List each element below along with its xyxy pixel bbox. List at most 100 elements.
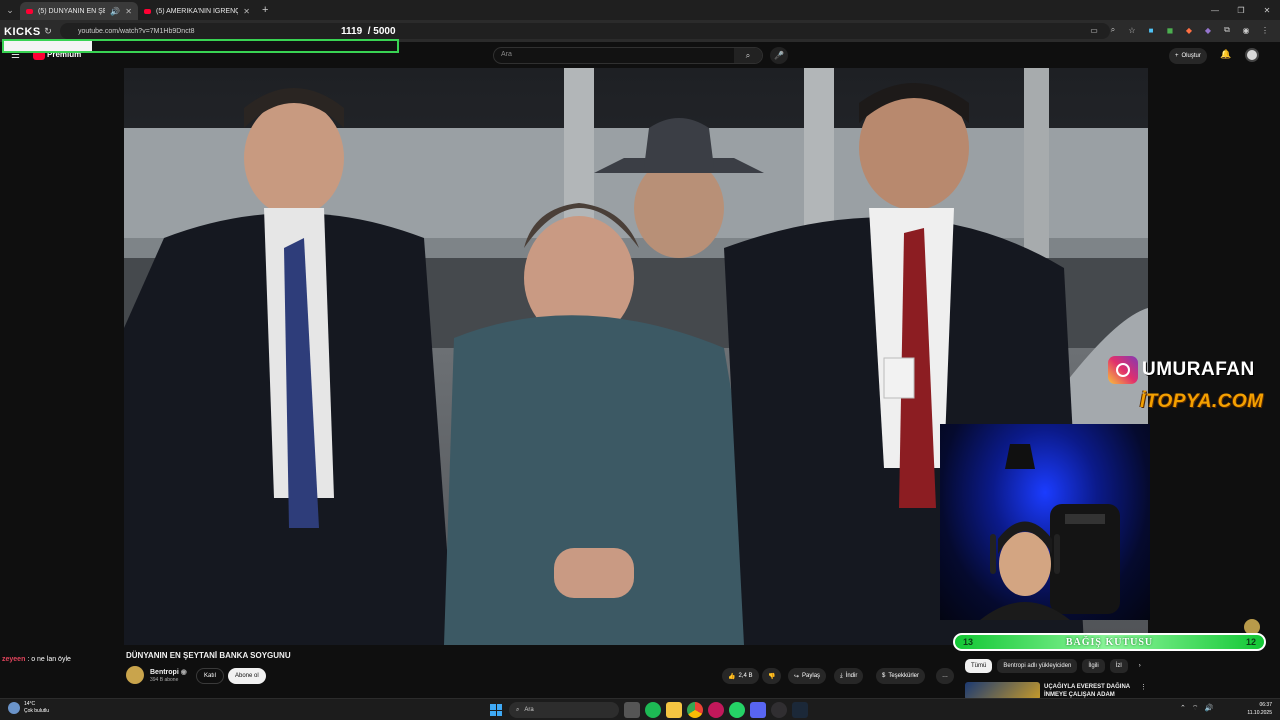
whatsapp-icon[interactable]	[729, 702, 745, 718]
tray-chevron-icon[interactable]: ⌃	[1180, 704, 1186, 713]
chip-related[interactable]: İlgili	[1082, 659, 1105, 673]
chrome-icon[interactable]	[687, 702, 703, 718]
donation-right-number: 12	[1245, 637, 1256, 647]
app-icon[interactable]	[708, 702, 724, 718]
window-controls: — ❐ ✕	[1202, 0, 1280, 20]
instagram-handle: UMURAFAN	[1142, 359, 1255, 380]
download-label: İndir	[845, 673, 858, 679]
tab-active[interactable]: (5) DÜNYANIN EN ŞEYTANİ 🔊 ✕	[20, 2, 138, 20]
video-title: DÜNYANIN EN ŞEYTANİ BANKA SOYGUNU	[126, 651, 291, 660]
create-button[interactable]: + Oluştur	[1169, 48, 1207, 64]
spotify-icon[interactable]	[645, 702, 661, 718]
extension-icon[interactable]: ◼	[1165, 24, 1175, 36]
thanks-label: Teşekkürler	[888, 673, 920, 679]
kicks-count: 1119 / 5000	[341, 26, 396, 37]
like-button[interactable]: 👍 2,4 B	[722, 668, 759, 684]
thanks-icon: $	[882, 673, 886, 679]
kicks-current: 1119	[341, 26, 363, 37]
close-window-icon[interactable]: ✕	[1254, 0, 1280, 20]
search-input[interactable]: Ara	[501, 51, 512, 58]
webcam-overlay	[940, 424, 1150, 620]
kicks-progress-fill	[4, 41, 92, 51]
join-button[interactable]: Katıl	[196, 668, 225, 684]
obs-icon[interactable]	[771, 702, 787, 718]
notifications-bell-icon[interactable]: 🔔	[1220, 49, 1231, 60]
taskbar-apps	[624, 702, 808, 718]
thanks-button[interactable]: $ Teşekkürler	[876, 668, 926, 684]
browser-menu-icon[interactable]: ⋮	[1260, 24, 1270, 36]
network-icon[interactable]: ⌔	[1192, 704, 1199, 713]
thumbs-down-icon: 👎	[768, 673, 776, 680]
taskbar-clock[interactable]: 06:37 11.10.2025	[1240, 701, 1272, 717]
microphone-icon[interactable]: 🎤	[770, 47, 788, 64]
extensions-puzzle-icon[interactable]: ⧉	[1222, 24, 1232, 36]
file-explorer-icon[interactable]	[666, 702, 682, 718]
bookmark-star-icon[interactable]: ☆	[1127, 24, 1137, 36]
tab-close-icon[interactable]: ✕	[243, 7, 250, 16]
tab-search-menu-icon[interactable]: ⌄	[0, 0, 20, 20]
volume-icon[interactable]: 🔊	[1204, 704, 1213, 713]
extension-icon[interactable]: ■	[1146, 24, 1156, 36]
search-icon[interactable]: ⌕	[734, 48, 762, 63]
speaker-icon[interactable]: 🔊	[110, 7, 120, 16]
chip-watched[interactable]: İzl	[1109, 659, 1128, 673]
thumbs-up-icon: 👍	[728, 673, 736, 680]
chevron-right-icon[interactable]: ›	[1133, 659, 1147, 673]
share-icon: ↪	[794, 673, 800, 680]
tab-title: (5) AMERİKA'NIN İĞRENÇ S*K	[156, 7, 239, 15]
minimize-icon[interactable]: —	[1202, 0, 1228, 20]
channel-name[interactable]: Bentropi ◉	[150, 668, 187, 676]
tab-close-icon[interactable]: ✕	[125, 7, 132, 16]
weather-text: 14°C Çok bulutlu	[24, 701, 50, 714]
steam-icon[interactable]	[792, 702, 808, 718]
plus-icon: +	[1175, 53, 1179, 59]
share-button[interactable]: ↪ Paylaş	[788, 668, 827, 684]
subscribe-button[interactable]: Abone ol	[228, 668, 266, 684]
windows-start-icon[interactable]	[490, 704, 502, 716]
taskbar-search[interactable]: ⌕ Ara	[509, 702, 619, 718]
search-box[interactable]: Ara ⌕	[493, 47, 763, 64]
cast-icon[interactable]: ▭	[1089, 24, 1099, 36]
channel-avatar[interactable]	[126, 666, 144, 684]
like-count: 2,4 B	[738, 673, 753, 679]
chat-text: : o ne lan öyle	[27, 656, 71, 663]
browser-tab-strip: ⌄ (5) DÜNYANIN EN ŞEYTANİ 🔊 ✕ (5) AMERİK…	[0, 0, 1280, 20]
reload-icon[interactable]: ↻	[40, 26, 56, 37]
discord-icon[interactable]	[750, 702, 766, 718]
dislike-button[interactable]: 👎	[762, 668, 782, 684]
extension-icon[interactable]: ◆	[1203, 24, 1213, 36]
create-label: Oluştur	[1181, 53, 1201, 59]
search-icon: ⌕	[516, 706, 520, 713]
channel-subscribers: 394 B abone	[150, 677, 179, 683]
youtube-favicon-icon	[26, 8, 33, 14]
donation-box: 13 BAĞIŞ KUTUSU 12	[953, 633, 1266, 651]
instagram-icon	[1108, 356, 1138, 384]
weather-widget[interactable]: 14°C Çok bulutlu	[8, 701, 49, 715]
recommendation-more-icon[interactable]: ⋮	[1140, 683, 1147, 691]
webcam-image	[980, 444, 1120, 620]
new-tab-button[interactable]: +	[256, 4, 274, 16]
zoom-icon[interactable]: ⌕	[1108, 24, 1118, 36]
chat-username: zeyeen	[2, 656, 26, 663]
more-actions-button[interactable]: …	[936, 668, 954, 684]
sponsor-logo: İTOPYA.COM	[1140, 391, 1264, 412]
more-icon: …	[942, 673, 948, 679]
taskbar-search-placeholder: Ara	[524, 707, 534, 713]
task-view-icon[interactable]	[624, 702, 640, 718]
recommendation-title[interactable]: UÇAĞIYLA EVEREST DAĞINA İNMEYE ÇALIŞAN A…	[1044, 683, 1139, 699]
omnibox[interactable]: youtube.com/watch?v=7M1Hb9Dnct8	[60, 23, 1110, 39]
weather-icon	[8, 702, 20, 714]
address-url[interactable]: youtube.com/watch?v=7M1Hb9Dnct8	[78, 28, 195, 35]
extension-icons: ▭ ⌕ ☆ ■ ◼ ◆ ◆ ⧉ ◉ ⋮	[1089, 24, 1270, 36]
tab-inactive[interactable]: (5) AMERİKA'NIN İĞRENÇ S*K ✕	[138, 2, 256, 20]
profile-icon[interactable]: ◉	[1241, 24, 1251, 36]
account-avatar[interactable]	[1245, 48, 1259, 62]
chip-all[interactable]: Tümü	[965, 659, 993, 673]
extension-icon[interactable]: ◆	[1184, 24, 1194, 36]
chip-uploader[interactable]: Bentropi adlı yükleyiciden	[997, 659, 1078, 673]
download-button[interactable]: ⤓ İndir	[834, 668, 864, 684]
kicks-total: / 5000	[367, 26, 396, 37]
tab-title: (5) DÜNYANIN EN ŞEYTANİ	[38, 7, 106, 15]
restore-icon[interactable]: ❐	[1228, 0, 1254, 20]
verified-icon: ◉	[180, 669, 187, 676]
